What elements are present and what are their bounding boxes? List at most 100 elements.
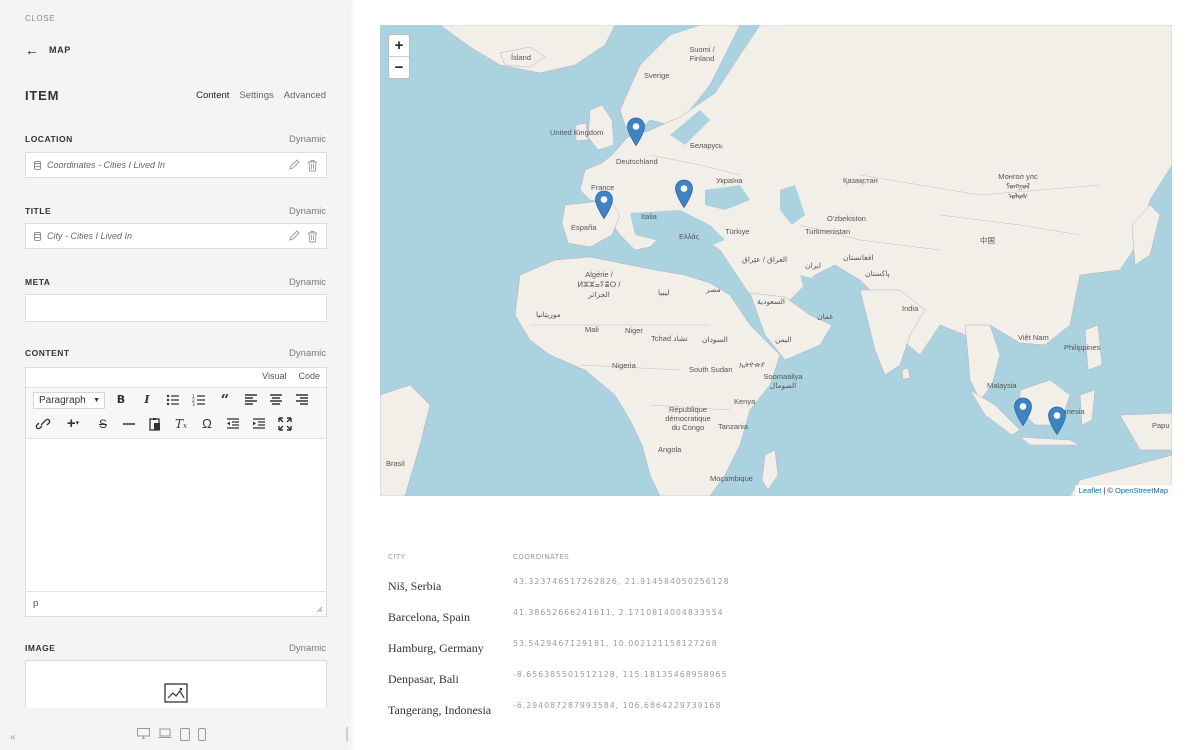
image-dynamic-toggle[interactable]: Dynamic [289,643,326,654]
desktop-icon[interactable] [137,728,150,739]
map-label: العراق / عێراق [742,255,788,264]
sidebar-footer: « [0,708,350,750]
map-label: افغانستان [843,253,874,262]
map-attribution: Leaflet | © OpenStreetMap [1074,485,1172,496]
map-label: 中国 [980,236,995,245]
align-right-icon[interactable] [293,392,311,408]
map-marker[interactable] [594,190,614,220]
location-value: Coordinates - Cities I Lived In [47,160,166,170]
map-label: Монгол улс ᠮᠣᠩᠭᠣᠯ ᠤᠯᠤᠰ [998,172,1038,201]
table-row-city: Denpasar, Bali [388,672,459,686]
meta-input[interactable] [25,294,327,322]
indent-icon[interactable] [250,416,268,432]
insert-icon[interactable]: +▾ [60,416,86,432]
map-marker[interactable] [1013,397,1033,427]
openstreetmap-link[interactable]: OpenStreetMap [1115,486,1168,495]
map-label: Mali [585,325,599,334]
italic-icon[interactable]: I [138,392,156,408]
map-label: Turkmenistan [805,227,851,236]
special-character-icon[interactable]: Ω [198,416,216,432]
map-label: Philippines [1064,343,1101,352]
resize-grip-icon[interactable] [316,606,323,613]
database-icon [34,232,41,241]
map-label: موريتانيا [536,310,561,319]
tab-visual[interactable]: Visual [262,371,286,381]
map-label: Malaysia [987,381,1017,390]
map-label: Soomaaliya الصومال [763,372,803,390]
numbered-list-icon[interactable]: 123 [190,392,208,408]
table-row-coordinates: 43.323746517262826, 21.914584050256128 [513,577,730,586]
editor-text-area[interactable] [26,439,326,592]
zoom-in-button[interactable]: + [389,35,409,56]
fullscreen-icon[interactable] [276,416,294,432]
title-field[interactable]: City - Cities I Lived In [25,223,327,249]
image-label: IMAGE [25,643,56,653]
map-label: Papu [1152,421,1170,430]
tab-content[interactable]: Content [196,90,229,101]
tab-advanced[interactable]: Advanced [284,90,326,101]
table-row-city: Hamburg, Germany [388,641,484,655]
trash-icon[interactable] [307,159,318,172]
table-row-city: Tangerang, Indonesia [388,703,492,717]
map-label: South Sudan [689,365,733,374]
back-to-map-button[interactable]: ← MAP [25,42,71,58]
editor-toolbar: Paragraph ▼ B I 123 “ +▾ S Tx Ω [26,387,326,439]
collapse-sidebar-button[interactable]: « [10,732,16,743]
meta-label: META [25,277,51,287]
map-label: United Kingdom [550,128,604,137]
table-row-coordinates: -6.294087287993584, 106.6864229739168 [513,701,722,710]
device-preview-switcher [137,728,206,741]
laptop-icon[interactable] [158,728,172,739]
content-dynamic-toggle[interactable]: Dynamic [289,348,326,359]
panel-tabs: Content Settings Advanced [196,90,326,101]
map-marker[interactable] [674,179,694,209]
map-label: Brasil [386,459,405,468]
map-label: Niger [625,326,643,335]
map-label: Moçambique [710,474,753,483]
map-label: ایران [805,261,821,270]
location-dynamic-toggle[interactable]: Dynamic [289,134,326,145]
zoom-out-button[interactable]: − [389,56,409,78]
blockquote-icon[interactable]: “ [216,392,234,408]
attribution-separator: | © [1101,486,1116,495]
map-widget[interactable]: Ísland Suomi / Finland Sverige United Ki… [380,25,1172,496]
map-marker[interactable] [626,117,646,147]
arrow-left-icon: ← [25,42,39,58]
outdent-icon[interactable] [224,416,242,432]
title-label: TITLE [25,206,52,216]
map-label: السعودية [757,297,786,306]
edit-icon[interactable] [288,159,300,171]
edit-icon[interactable] [288,230,300,242]
tab-code[interactable]: Code [298,371,320,381]
map-label: Україна [716,176,743,185]
leaflet-link[interactable]: Leaflet [1079,486,1102,495]
title-dynamic-toggle[interactable]: Dynamic [289,206,326,217]
map-label: Қазақстан [843,176,878,185]
map-marker[interactable] [1047,406,1067,436]
table-row-city: Barcelona, Spain [388,610,470,624]
close-button[interactable]: CLOSE [25,14,55,23]
map-label: Deutschland [616,157,658,166]
image-placeholder-icon [164,683,188,703]
align-center-icon[interactable] [267,392,285,408]
format-select[interactable]: Paragraph ▼ [33,392,105,409]
sidebar-resize-handle[interactable] [346,727,348,741]
map-label: O'zbekiston [827,214,866,223]
trash-icon[interactable] [307,230,318,243]
tab-settings[interactable]: Settings [239,90,273,101]
location-field[interactable]: Coordinates - Cities I Lived In [25,152,327,178]
bold-icon[interactable]: B [112,392,130,408]
paste-text-icon[interactable] [146,416,164,432]
align-left-icon[interactable] [242,392,260,408]
map-label: ليبيا [658,288,670,297]
map-label: Algérie / ⵍⵣⵣⴰⵢⴻⵔ / الجزائر [577,270,621,299]
link-icon[interactable] [34,416,52,432]
bullet-list-icon[interactable] [164,392,182,408]
horizontal-rule-icon[interactable] [120,416,138,432]
meta-dynamic-toggle[interactable]: Dynamic [289,277,326,288]
clear-formatting-icon[interactable]: Tx [172,416,190,432]
image-upload-field[interactable] [25,660,327,710]
mobile-icon[interactable] [198,728,206,741]
strikethrough-icon[interactable]: S [94,416,112,432]
tablet-icon[interactable] [180,728,190,741]
